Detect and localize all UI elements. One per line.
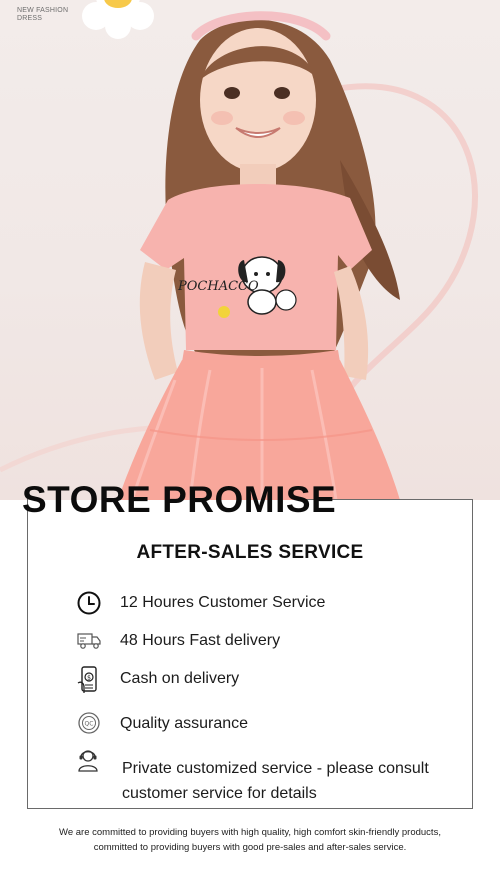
service-label: Quality assurance — [120, 715, 249, 732]
quality-badge-icon: QC — [78, 712, 100, 734]
footer-line-2: committed to providing buyers with good … — [93, 842, 407, 853]
service-item-cash-on-delivery: $ Cash on delivery — [0, 664, 500, 704]
product-hero-image: POCHACCO NEW FASHION DRESS — [0, 0, 500, 500]
hero-tag: NEW FASHION DRESS — [17, 7, 69, 22]
clock-icon — [77, 591, 101, 615]
service-item-customer-service: 12 Houres Customer Service — [0, 588, 500, 628]
girl-in-dress-illustration: POCHACCO — [0, 0, 478, 500]
service-item-quality-assurance: QC Quality assurance — [0, 709, 500, 749]
service-label: Cash on delivery — [120, 670, 240, 687]
customer-support-icon — [78, 750, 98, 772]
flower-decoration — [82, 0, 154, 39]
delivery-truck-icon — [77, 633, 101, 649]
service-label: 12 Houres Customer Service — [120, 594, 326, 611]
store-promise-title: STORE PROMISE — [22, 479, 337, 520]
svg-text:QC: QC — [85, 721, 94, 728]
cash-phone-icon: $ — [77, 666, 97, 693]
svg-text:POCHACCO: POCHACCO — [177, 279, 259, 294]
service-label: Private customized service - please cons… — [122, 760, 429, 802]
service-label: 48 Hours Fast delivery — [120, 632, 281, 649]
commitment-footer: We are committed to providing buyers wit… — [30, 825, 470, 855]
footer-line-1: We are committed to providing buyers wit… — [59, 827, 441, 838]
service-item-fast-delivery: 48 Hours Fast delivery — [0, 626, 500, 666]
after-sales-heading: AFTER-SALES SERVICE — [136, 542, 364, 563]
svg-text:$: $ — [87, 675, 91, 682]
